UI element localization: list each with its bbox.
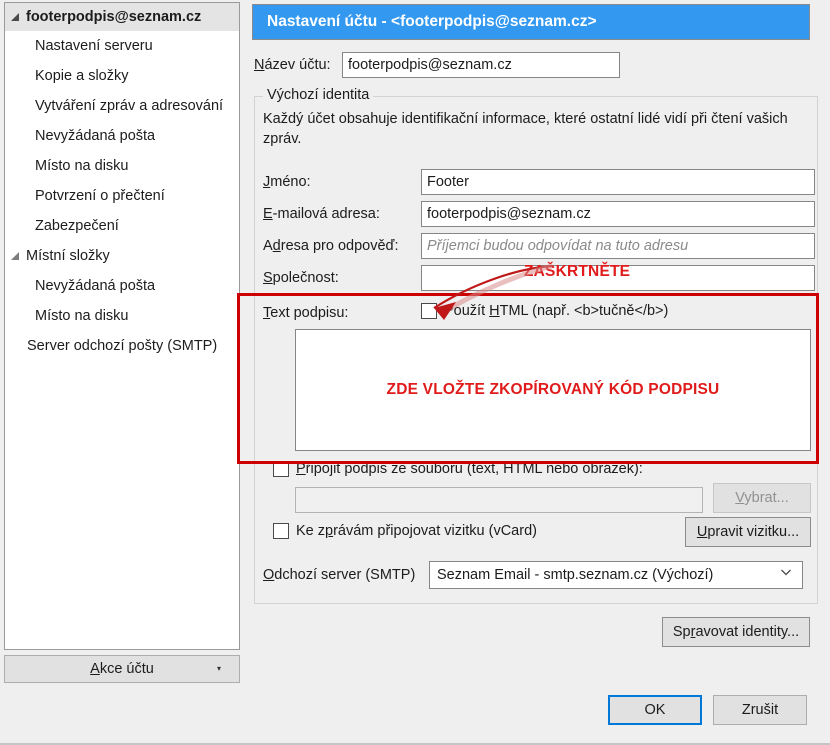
sidebar-item-label: Místní složky [26, 247, 110, 264]
ok-button[interactable]: OK [608, 695, 702, 725]
email-field-input[interactable] [421, 201, 815, 227]
sidebar-item-label: Kopie a složky [35, 67, 129, 84]
account-actions-label: Akce účtu [90, 661, 154, 677]
reply-to-field-label: Adresa pro odpověď: [263, 238, 399, 254]
attach-signature-file-label: Připojit podpis ze souboru (text, HTML n… [296, 461, 643, 477]
page-title: Nastavení účtu - <footerpodpis@seznam.cz… [267, 13, 597, 30]
account-settings-pane: Nastavení účtu - <footerpodpis@seznam.cz… [248, 0, 830, 737]
sidebar-item-junk-settings[interactable]: Nevyžádaná pošta [5, 121, 239, 151]
email-field-label: E-mailová adresa: [263, 206, 380, 222]
sidebar-item-server-settings[interactable]: Nastavení serveru [5, 31, 239, 61]
account-name-row: Název účtu: [254, 52, 620, 78]
sidebar-item-outgoing-smtp[interactable]: Server odchozí pošty (SMTP) [5, 331, 239, 361]
edit-vcard-label: Upravit vizitku... [696, 524, 800, 540]
attach-signature-file-row: Připojit podpis ze souboru (text, HTML n… [273, 461, 643, 477]
cancel-label: Zrušit [741, 702, 779, 718]
name-field-row: Jméno: [263, 169, 815, 195]
signature-file-path-input[interactable] [295, 487, 703, 513]
sidebar-item-disk-space[interactable]: Místo na disku [5, 151, 239, 181]
smtp-server-label: Odchozí server (SMTP) [263, 567, 416, 583]
chevron-down-icon[interactable]: ▾ [217, 665, 221, 673]
sidebar-item-account[interactable]: footerpodpis@seznam.cz [5, 3, 239, 31]
sidebar-item-local-folders[interactable]: Místní složky [5, 241, 239, 271]
edit-vcard-button[interactable]: Upravit vizitku... [685, 517, 811, 547]
expand-triangle-icon[interactable] [11, 12, 21, 22]
signature-textarea[interactable] [295, 329, 811, 451]
name-field-label: Jméno: [263, 174, 311, 190]
reply-to-field-row: Adresa pro odpověď: [263, 233, 815, 259]
account-name-input[interactable] [342, 52, 620, 78]
sidebar-item-label: Nastavení serveru [35, 37, 153, 54]
company-field-input[interactable] [421, 265, 815, 291]
sidebar-item-copies-folders[interactable]: Kopie a složky [5, 61, 239, 91]
cancel-button[interactable]: Zrušit [713, 695, 807, 725]
sidebar-item-label: Potvrzení o přečtení [35, 187, 165, 204]
account-name-label: Název účtu: [254, 57, 331, 73]
sidebar-item-composition-addressing[interactable]: Vytváření zpráv a adresování [5, 91, 239, 121]
manage-identities-button[interactable]: Spravovat identity... [662, 617, 810, 647]
sidebar-item-label: Nevyžádaná pošta [35, 127, 156, 144]
attach-vcard-checkbox[interactable] [273, 523, 289, 539]
sidebar-item-label: Nevyžádaná pošta [35, 277, 156, 294]
manage-identities-label: Spravovat identity... [672, 624, 800, 640]
use-html-label: Použít HTML (např. <b>tučně</b>) [444, 303, 669, 319]
groupbox-title: Výchozí identita [263, 87, 374, 103]
choose-file-button[interactable]: Vybrat... [713, 483, 811, 513]
use-html-checkbox[interactable] [421, 303, 437, 319]
identity-description: Každý účet obsahuje identifikační inform… [263, 111, 788, 147]
reply-to-field-input[interactable] [421, 233, 815, 259]
account-settings-window: footerpodpis@seznam.cz Nastavení serveru… [0, 0, 830, 745]
smtp-server-row: Odchozí server (SMTP) Seznam Email - smt… [263, 561, 803, 589]
dialog-titlebar: Nastavení účtu - <footerpodpis@seznam.cz… [252, 4, 810, 40]
expand-triangle-icon[interactable] [11, 251, 21, 261]
sidebar-item-label: Místo na disku [35, 157, 129, 174]
sidebar-item-label: Server odchozí pošty (SMTP) [27, 337, 218, 354]
sidebar-item-label: Zabezpečení [35, 217, 119, 234]
choose-file-label: Vybrat... [735, 490, 789, 506]
attach-vcard-label: Ke zprávám připojovat vizitku (vCard) [296, 523, 537, 539]
sidebar-item-local-junk[interactable]: Nevyžádaná pošta [5, 271, 239, 301]
smtp-server-select[interactable]: Seznam Email - smtp.seznam.cz (Výchozí) [429, 561, 803, 589]
sidebar-item-return-receipts[interactable]: Potvrzení o přečtení [5, 181, 239, 211]
attach-signature-file-checkbox[interactable] [273, 461, 289, 477]
account-actions-button[interactable]: Akce účtu ▾ [4, 655, 240, 683]
attach-vcard-row: Ke zprávám připojovat vizitku (vCard) [273, 523, 537, 539]
name-field-input[interactable] [421, 169, 815, 195]
sidebar-item-label: footerpodpis@seznam.cz [26, 8, 202, 25]
sidebar-item-label: Vytváření zpráv a adresování [35, 97, 224, 114]
smtp-server-selected-value: Seznam Email - smtp.seznam.cz (Výchozí) [437, 567, 714, 583]
email-field-row: E-mailová adresa: [263, 201, 815, 227]
ok-label: OK [644, 702, 666, 718]
sidebar-item-local-disk-space[interactable]: Místo na disku [5, 301, 239, 331]
chevron-down-icon[interactable] [780, 566, 792, 578]
default-identity-groupbox: Výchozí identita Každý účet obsahuje ide… [254, 87, 818, 604]
signature-text-label: Text podpisu: [263, 305, 349, 321]
accounts-tree-panel[interactable]: footerpodpis@seznam.cz Nastavení serveru… [4, 2, 240, 650]
sidebar-item-label: Místo na disku [35, 307, 129, 324]
use-html-row: Použít HTML (např. <b>tučně</b>) [421, 303, 668, 319]
company-field-label: Společnost: [263, 270, 339, 286]
company-field-row: Společnost: [263, 265, 815, 291]
sidebar-item-security[interactable]: Zabezpečení [5, 211, 239, 241]
